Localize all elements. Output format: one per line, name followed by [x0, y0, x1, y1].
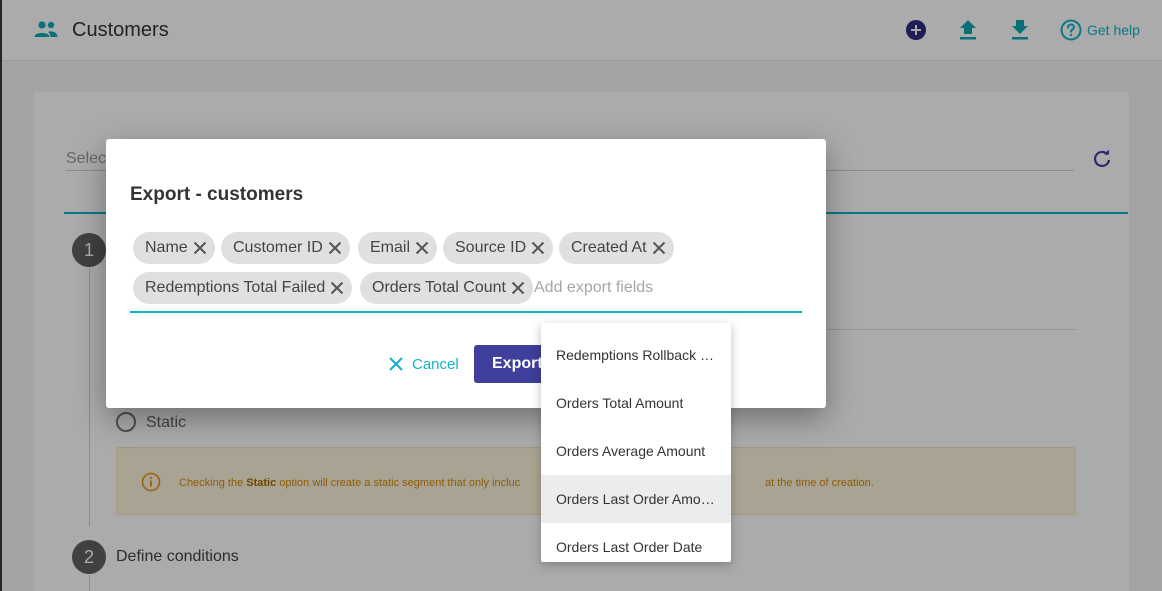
chip-customer-id[interactable]: Customer ID	[221, 232, 350, 264]
remove-chip-button[interactable]	[326, 277, 348, 299]
add-export-fields-input[interactable]	[534, 277, 794, 299]
close-icon	[193, 241, 206, 255]
dropdown-option[interactable]: Redemptions Rollback …	[541, 331, 731, 379]
close-icon	[652, 241, 665, 255]
chip-label: Created At	[571, 239, 647, 256]
remove-chip-button[interactable]	[189, 237, 211, 259]
close-icon	[531, 241, 545, 255]
export-fields-input[interactable]: Name Customer ID Email Source ID Created…	[130, 231, 802, 313]
cancel-button[interactable]: Cancel	[388, 353, 459, 375]
chip-label: Email	[370, 239, 411, 256]
chip-label: Name	[145, 239, 188, 256]
cancel-label: Cancel	[412, 355, 459, 373]
chip-label: Orders Total Count	[372, 279, 506, 296]
chip-label: Source ID	[455, 239, 527, 256]
remove-chip-button[interactable]	[324, 237, 346, 259]
close-icon	[389, 357, 403, 371]
chip-created-at[interactable]: Created At	[559, 232, 674, 264]
close-icon	[511, 281, 525, 295]
export-fields-dropdown: Redemptions Rollback … Orders Total Amou…	[541, 323, 731, 562]
export-label: Export	[492, 355, 543, 372]
chip-orders-total-count[interactable]: Orders Total Count	[360, 272, 533, 304]
remove-chip-button[interactable]	[507, 277, 529, 299]
remove-chip-button[interactable]	[527, 237, 549, 259]
dropdown-option-highlighted[interactable]: Orders Last Order Amo…	[541, 475, 731, 523]
dropdown-option[interactable]: Orders Average Amount	[541, 427, 731, 475]
chip-name[interactable]: Name	[133, 232, 215, 264]
chip-label: Customer ID	[233, 239, 323, 256]
dropdown-option[interactable]: Orders Last Order Date	[541, 523, 731, 562]
chip-label: Redemptions Total Failed	[145, 279, 326, 296]
chip-source-id[interactable]: Source ID	[443, 232, 554, 264]
dropdown-option[interactable]: Orders Total Amount	[541, 379, 731, 427]
close-icon	[328, 241, 342, 255]
close-icon	[331, 281, 344, 295]
close-icon	[415, 241, 429, 255]
remove-chip-button[interactable]	[411, 237, 433, 259]
chip-redemptions-total-failed[interactable]: Redemptions Total Failed	[133, 272, 353, 304]
remove-chip-button[interactable]	[648, 237, 670, 259]
chip-email[interactable]: Email	[358, 232, 438, 264]
dialog-title: Export - customers	[130, 184, 304, 205]
